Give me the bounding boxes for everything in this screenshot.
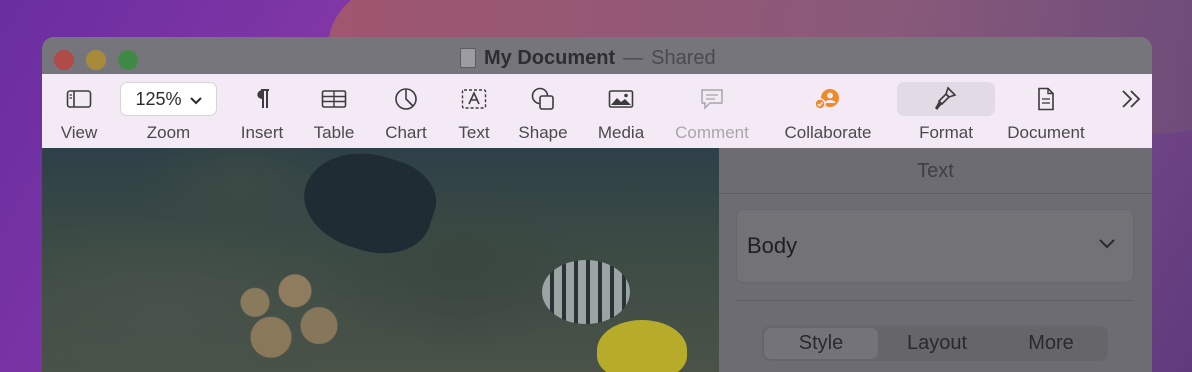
dark-fish-shape <box>292 136 446 268</box>
collaborate-icon <box>778 86 878 112</box>
paragraph-style-value: Body <box>747 233 798 258</box>
comment-icon <box>670 86 754 112</box>
comment-label: Comment <box>675 123 749 142</box>
paragraph-style-popup[interactable]: Body <box>736 209 1134 283</box>
tab-style[interactable]: Style <box>764 328 878 359</box>
pie-chart-icon <box>378 86 434 112</box>
zoom-item: Zoom <box>120 74 217 148</box>
fullscreen-window-button[interactable] <box>118 50 138 70</box>
collaborate-label: Collaborate <box>784 123 872 142</box>
title-separator: — <box>623 46 644 69</box>
format-tabs: Style Layout More <box>762 326 1108 361</box>
chevron-down-icon <box>1099 236 1115 254</box>
sidebar-divider <box>736 300 1134 301</box>
zoom-label: Zoom <box>146 123 191 142</box>
shapes-icon <box>514 86 572 112</box>
photo-icon <box>592 86 650 112</box>
chart-label: Chart <box>385 123 427 142</box>
insert-button[interactable]: Insert <box>234 74 290 148</box>
text-box-icon <box>450 86 498 112</box>
minimize-window-button[interactable] <box>86 50 106 70</box>
shared-status: Shared <box>651 46 716 69</box>
document-icon <box>1002 86 1090 112</box>
shape-button[interactable]: Shape <box>514 74 572 148</box>
format-label: Format <box>919 123 973 142</box>
close-window-button[interactable] <box>54 50 74 70</box>
coral-shape <box>207 256 367 372</box>
striped-fish-shape <box>542 260 630 324</box>
tab-layout[interactable]: Layout <box>880 326 994 361</box>
document-content-area: Text Body Style Layout More <box>42 136 1152 372</box>
document-label: Document <box>1007 123 1085 142</box>
media-button[interactable]: Media <box>592 74 650 148</box>
comment-button[interactable]: Comment <box>670 74 754 148</box>
table-button[interactable]: Table <box>308 74 360 148</box>
table-label: Table <box>313 123 355 142</box>
text-label: Text <box>458 123 490 142</box>
media-label: Media <box>597 123 645 142</box>
sidebar-view-icon <box>56 86 102 112</box>
collaborate-button[interactable]: Collaborate <box>778 74 878 148</box>
toolbar: View 125% Zoom Insert Table Chart Text S… <box>42 74 1152 148</box>
title-bar: My Document — Shared <box>42 37 1152 74</box>
text-button[interactable]: Text <box>450 74 498 148</box>
toolbar-overflow-button[interactable] <box>1116 74 1146 148</box>
format-sidebar: Text Body Style Layout More <box>719 148 1152 372</box>
chevrons-right-icon <box>1116 86 1146 112</box>
paintbrush-icon <box>897 86 995 112</box>
insert-label: Insert <box>240 123 284 142</box>
document-button[interactable]: Document <box>1002 74 1090 148</box>
document-title: My Document <box>484 46 616 69</box>
chart-button[interactable]: Chart <box>378 74 434 148</box>
pilcrow-icon <box>234 86 290 112</box>
format-button[interactable]: Format <box>897 74 995 148</box>
table-icon <box>308 86 360 112</box>
window-title-group: My Document — Shared <box>460 46 716 70</box>
view-button[interactable]: View <box>56 74 102 148</box>
yellow-fish-shape <box>597 320 687 372</box>
tab-more[interactable]: More <box>994 326 1108 361</box>
underwater-photo[interactable] <box>42 136 719 372</box>
sidebar-header[interactable]: Text <box>719 148 1152 194</box>
view-label: View <box>60 123 98 142</box>
pages-document-icon <box>460 48 476 68</box>
shape-label: Shape <box>518 123 568 142</box>
